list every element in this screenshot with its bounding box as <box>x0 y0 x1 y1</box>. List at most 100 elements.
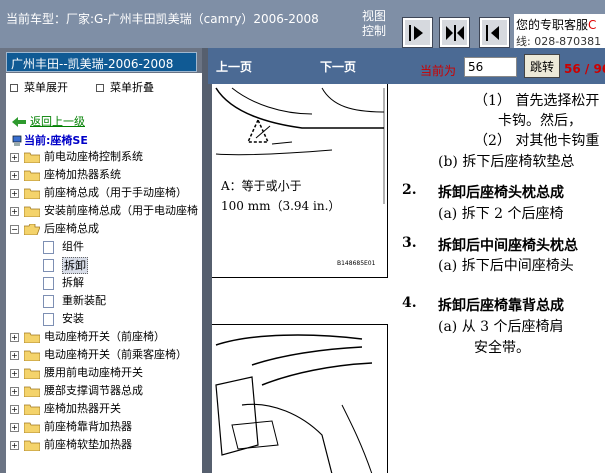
page-number-input[interactable] <box>464 57 517 77</box>
expand-toggle-icon[interactable]: + <box>10 333 19 342</box>
procedure-line: （1） 首先选择松开 <box>474 93 600 109</box>
expand-toggle-icon[interactable]: + <box>10 171 19 180</box>
expand-toggle-icon[interactable]: + <box>10 207 19 216</box>
tree-node-label: 腰部支撑调节器总成 <box>44 384 143 397</box>
tree-node[interactable]: − 后座椅总成 <box>8 220 202 238</box>
procedure-line: （2） 对其他卡钩重 <box>474 133 600 149</box>
current-node: 当前:座椅SE <box>12 132 88 148</box>
show-left-panel-button[interactable] <box>402 17 433 48</box>
folder-icon <box>24 332 40 343</box>
folder-icon <box>24 188 40 199</box>
vehicle-title: 当前车型：厂家:G-广州丰田凯美瑞（camry）2006-2008 <box>6 12 319 26</box>
procedure-line: 安全带。 <box>474 340 530 356</box>
page-icon <box>43 277 54 290</box>
computer-icon <box>12 135 22 146</box>
expand-toggle-icon[interactable]: + <box>10 387 19 396</box>
seat-belt-drawing <box>215 334 373 473</box>
page-icon <box>43 295 54 308</box>
support-text: 您的专职客服 <box>516 18 589 32</box>
tree-node[interactable]: + 前座椅靠背加热器 <box>8 418 202 436</box>
folder-icon <box>24 404 40 415</box>
procedure-line: (a) 拆下后中间座椅头 <box>438 258 574 274</box>
tree-node-label: 后座椅总成 <box>44 222 99 235</box>
page-icon <box>43 313 54 326</box>
expand-toggle-icon[interactable]: + <box>10 351 19 360</box>
tree-leaf[interactable]: 拆解 <box>8 274 202 292</box>
tree-node-label: 电动座椅开关（前座椅） <box>44 330 165 343</box>
square-icon <box>96 84 104 92</box>
expand-label: 菜单展开 <box>24 81 68 94</box>
back-link[interactable]: 返回上一级 <box>12 113 85 129</box>
tree-node-label: 腰用前电动座椅开关 <box>44 366 143 379</box>
expand-toggle-icon[interactable]: + <box>10 423 19 432</box>
tree-leaf-label: 拆卸 <box>62 257 88 274</box>
procedure-line: (a) 从 3 个后座椅肩 <box>438 319 564 335</box>
procedure-line: 卡钩。然后， <box>498 113 582 129</box>
tree-node[interactable]: + 座椅加热器开关 <box>8 400 202 418</box>
back-label: 返回上一级 <box>30 115 85 128</box>
collapse-label: 菜单折叠 <box>110 81 154 94</box>
tree-node-label: 座椅加热器系统 <box>44 168 121 181</box>
expand-toggle-icon[interactable]: + <box>10 369 19 378</box>
panel-splitter[interactable] <box>202 48 212 473</box>
tree-leaf[interactable]: 重新装配 <box>8 292 202 310</box>
expand-toggle-icon[interactable]: + <box>10 189 19 198</box>
tree-node[interactable]: + 前座椅总成（用于手动座椅） <box>8 184 202 202</box>
procedure-line: (b) 拆下后座椅软垫总 <box>438 154 575 170</box>
collapse-toggle-icon[interactable]: − <box>10 225 19 234</box>
view-control-label: 视图控制 <box>362 9 387 38</box>
tree-leaf[interactable]: 拆卸 <box>8 256 202 274</box>
note-line-2: 100 mm（3.94 in.） <box>221 199 341 213</box>
tree-node[interactable]: + 电动座椅开关（前乘客座椅） <box>8 346 202 364</box>
jump-button[interactable]: 跳转 <box>524 54 560 78</box>
note-line-1: A：等于或小于 <box>221 179 302 193</box>
prev-page-link[interactable]: 上一页 <box>216 58 252 75</box>
top-bar: 当前车型：厂家:G-广州丰田凯美瑞（camry）2006-2008 视图控制 您… <box>0 0 605 48</box>
tree-node-label: 座椅加热器开关 <box>44 402 121 415</box>
double-arrow-icon <box>446 25 464 41</box>
tree-panel: 菜单展开 菜单折叠 返回上一级 当前:座椅SE + 前电动座椅控制系统 + 座椅加热器… <box>6 73 202 473</box>
dimension-note: A：等于或小于 100 mm（3.94 in.） <box>221 176 340 216</box>
expand-menu-button[interactable]: 菜单展开 <box>10 79 68 95</box>
current-label: 当前:座椅SE <box>24 134 88 147</box>
tree-leaf[interactable]: 安装 <box>8 310 202 328</box>
seat-illustration-1: A：等于或小于 100 mm（3.94 in.） B148685E01 <box>212 84 388 278</box>
tree-node[interactable]: + 电动座椅开关（前座椅） <box>8 328 202 346</box>
arrow-left-bar-icon <box>486 25 499 41</box>
tree-node[interactable]: + 安装前座椅总成（用于电动座椅 <box>8 202 202 220</box>
tree-node-label: 前座椅靠背加热器 <box>44 420 132 433</box>
tree-node[interactable]: + 前电动座椅控制系统 <box>8 148 202 166</box>
customer-service-box[interactable]: 您的专职客服C ​线: 028-870381 <box>514 14 605 48</box>
left-panel: 广州丰田--凯美瑞-2006-2008 菜单展开 菜单折叠 返回上一级 当前:座… <box>0 48 208 473</box>
tree-node-label: 前座椅总成（用于手动座椅） <box>44 186 187 199</box>
tree-node[interactable]: + 座椅加热器系统 <box>8 166 202 184</box>
folder-icon <box>24 440 40 451</box>
tree-leaf-label: 拆解 <box>62 276 84 289</box>
tree-node[interactable]: + 前座椅软垫加热器 <box>8 436 202 454</box>
tree-node[interactable]: + 腰部支撑调节器总成 <box>8 382 202 400</box>
folder-icon <box>24 206 40 217</box>
tree-leaf-label: 组件 <box>62 240 84 253</box>
hide-left-panel-button[interactable] <box>479 17 510 48</box>
collapse-menu-button[interactable]: 菜单折叠 <box>96 79 154 95</box>
tree-leaf-label: 安装 <box>62 312 84 325</box>
seat-illustration-2 <box>212 324 388 473</box>
folder-icon <box>24 386 40 397</box>
support-label: 您的专职客服C <box>516 16 596 33</box>
page-icon <box>43 259 54 272</box>
page-count: 56 / 96 <box>564 62 605 76</box>
expand-toggle-icon[interactable]: + <box>10 441 19 450</box>
procedure-line: (a) 拆下 2 个后座椅 <box>438 206 564 222</box>
tree-node[interactable]: + 腰用前电动座椅开关 <box>8 364 202 382</box>
arrow-right-bar-icon <box>409 25 423 41</box>
split-view-button[interactable] <box>439 17 470 48</box>
next-page-link[interactable]: 下一页 <box>320 58 356 75</box>
menu-tree: + 前电动座椅控制系统 + 座椅加热器系统 + 前座椅总成（用于手动座椅） + 安装前座椅总成… <box>8 148 202 454</box>
step-heading: 2. <box>402 182 417 198</box>
expand-toggle-icon[interactable]: + <box>10 153 19 162</box>
expand-toggle-icon[interactable]: + <box>10 405 19 414</box>
folder-icon <box>24 170 40 181</box>
sidebar-heading: 广州丰田--凯美瑞-2006-2008 <box>6 52 197 72</box>
tree-leaf[interactable]: 组件 <box>8 238 202 256</box>
open-folder-icon <box>24 224 40 235</box>
